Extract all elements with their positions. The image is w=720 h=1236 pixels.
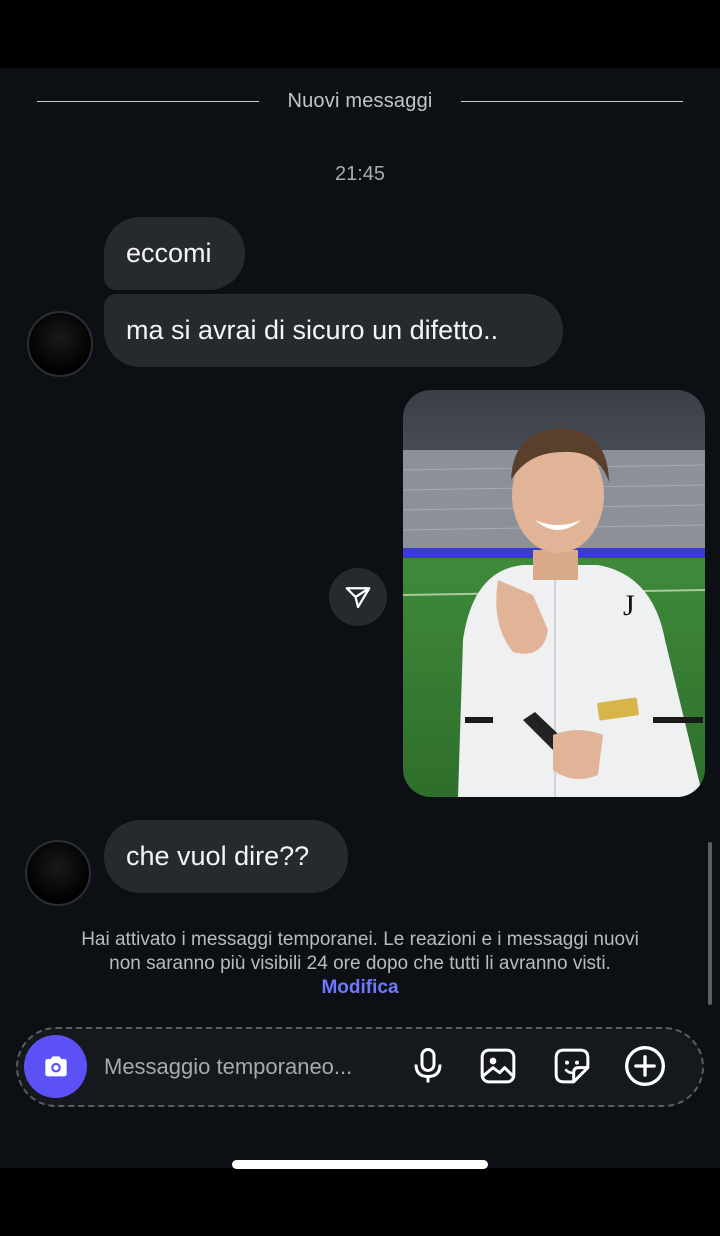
message-timestamp: 21:45: [334, 163, 386, 185]
share-icon: [345, 587, 371, 609]
message-bubble[interactable]: che vuol dire??: [104, 820, 348, 893]
voice-message-button[interactable]: [405, 1043, 451, 1089]
message-bubble[interactable]: eccomi: [104, 217, 245, 290]
sticker-icon: [554, 1048, 590, 1084]
svg-text:J: J: [623, 589, 635, 622]
disappearing-messages-notice: Hai attivato i messaggi temporanei. Le r…: [80, 928, 640, 1000]
gallery-button[interactable]: [475, 1043, 521, 1089]
photo-illustration: J: [403, 390, 705, 797]
message-text: che vuol dire??: [126, 841, 310, 871]
scrollbar[interactable]: [708, 842, 712, 1005]
camera-icon: [44, 1055, 67, 1076]
sticker-button[interactable]: [549, 1043, 595, 1089]
new-messages-label: Nuovi messaggi: [287, 90, 433, 112]
message-bubble[interactable]: ma si avrai di sicuro un difetto..: [104, 294, 563, 367]
modify-link[interactable]: Modifica: [321, 977, 398, 998]
bottom-bar: [0, 1168, 720, 1236]
camera-button[interactable]: [24, 1035, 87, 1098]
home-indicator[interactable]: [232, 1160, 488, 1169]
gallery-icon: [480, 1048, 516, 1084]
microphone-icon: [414, 1048, 442, 1083]
notice-text: Hai attivato i messaggi temporanei. Le r…: [81, 929, 639, 974]
plus-icon: [625, 1046, 665, 1086]
message-text: ma si avrai di sicuro un difetto..: [126, 315, 499, 345]
message-input[interactable]: [104, 1050, 394, 1084]
message-text: eccomi: [126, 238, 212, 268]
share-button[interactable]: [329, 568, 387, 626]
shared-photo[interactable]: J: [403, 390, 705, 797]
more-options-button[interactable]: [622, 1043, 668, 1089]
avatar[interactable]: [25, 840, 91, 906]
avatar[interactable]: [27, 311, 93, 377]
